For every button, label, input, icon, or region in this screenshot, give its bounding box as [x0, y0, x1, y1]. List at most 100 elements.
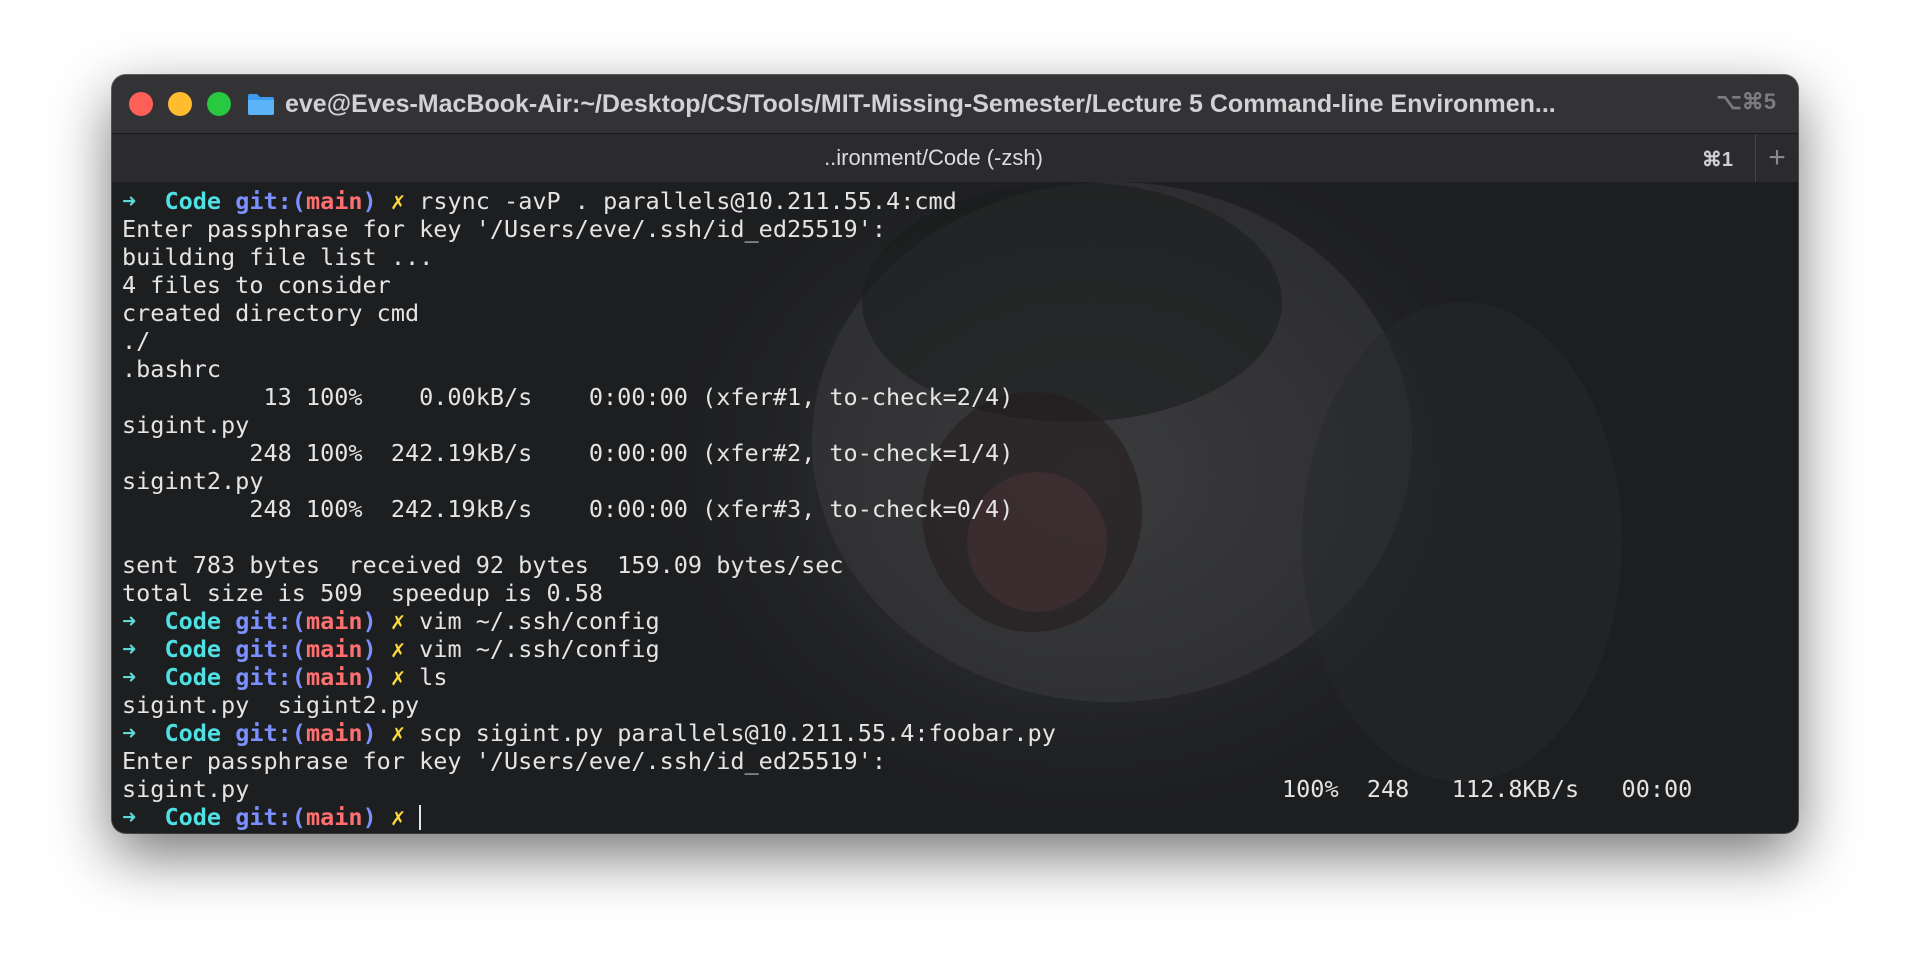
prompt-arrow-icon: ➜	[122, 607, 137, 635]
prompt-git-label: git:	[235, 663, 292, 691]
output-line: sigint.py sigint2.py	[122, 691, 1056, 719]
prompt-dirty-icon: ✗	[390, 803, 406, 831]
output-line: .bashrc	[122, 355, 1056, 383]
terminal-lines: ➜ Code git:(main) ✗ rsync -avP . paralle…	[122, 187, 1692, 831]
prompt-git-label: git:	[235, 719, 292, 747]
output-line: 13 100% 0.00kB/s 0:00:00 (xfer#1, to-che…	[122, 383, 1056, 411]
output-text: 13 100% 0.00kB/s 0:00:00 (xfer#1, to-che…	[122, 383, 1014, 411]
prompt-branch-close: )	[362, 663, 377, 691]
prompt-dirty-icon: ✗	[390, 663, 406, 691]
output-text: sigint.py	[122, 775, 250, 803]
output-text: 4 files to consider	[122, 271, 391, 299]
output-line: 248 100% 242.19kB/s 0:00:00 (xfer#3, to-…	[122, 495, 1056, 523]
prompt-branch: main	[305, 187, 363, 215]
output-line: Enter passphrase for key '/Users/eve/.ss…	[122, 747, 1056, 775]
prompt-dirty-icon: ✗	[390, 607, 406, 635]
prompt-arrow-icon: ➜	[122, 663, 137, 691]
prompt-branch-close: )	[362, 635, 377, 663]
prompt-line: ➜ Code git:(main) ✗ scp sigint.py parall…	[122, 719, 1056, 747]
tab-zsh[interactable]: ..ironment/Code (-zsh) ⌘1	[112, 134, 1756, 182]
output-text: sigint.py	[122, 411, 250, 439]
prompt-git-label: git:	[235, 803, 292, 831]
prompt-branch: main	[305, 663, 363, 691]
output-text: 248 100% 242.19kB/s 0:00:00 (xfer#3, to-…	[122, 495, 1014, 523]
new-tab-button[interactable]: +	[1756, 134, 1798, 182]
output-line: Enter passphrase for key '/Users/eve/.ss…	[122, 215, 1056, 243]
text-cursor	[419, 805, 422, 830]
prompt-line: ➜ Code git:(main) ✗	[122, 803, 1056, 831]
terminal-window: eve@Eves-MacBook-Air:~/Desktop/CS/Tools/…	[112, 75, 1798, 833]
command-text: ls	[419, 663, 448, 691]
close-button[interactable]	[129, 92, 153, 116]
prompt-arrow-icon: ➜	[122, 803, 137, 831]
output-line: sigint2.py	[122, 467, 1056, 495]
prompt-arrow-icon: ➜	[122, 635, 137, 663]
prompt-branch-open: (	[291, 719, 306, 747]
prompt-dirty-icon: ✗	[390, 635, 406, 663]
output-line: sent 783 bytes received 92 bytes 159.09 …	[122, 551, 1056, 579]
prompt-git-label: git:	[235, 607, 292, 635]
command-text: rsync -avP . parallels@10.211.55.4:cmd	[419, 187, 957, 215]
tab-shortcut: ⌘1	[1701, 149, 1733, 171]
tab-title: ..ironment/Code (-zsh)	[824, 145, 1043, 170]
output-text: .bashrc	[122, 355, 222, 383]
prompt-branch-open: (	[291, 635, 306, 663]
output-line: created directory cmd	[122, 299, 1056, 327]
prompt-branch-open: (	[291, 803, 306, 831]
prompt-branch: main	[305, 803, 363, 831]
prompt-branch: main	[305, 719, 363, 747]
prompt-branch-close: )	[362, 719, 377, 747]
output-line: 248 100% 242.19kB/s 0:00:00 (xfer#2, to-…	[122, 439, 1056, 467]
output-text: sigint.py sigint2.py	[122, 691, 420, 719]
output-text: Enter passphrase for key '/Users/eve/.ss…	[122, 215, 887, 243]
window-shortcut: ⌥⌘5	[1716, 89, 1776, 114]
prompt-line: ➜ Code git:(main) ✗ vim ~/.ssh/config	[122, 635, 1056, 663]
zoom-button[interactable]	[207, 92, 231, 116]
output-line: ./	[122, 327, 1056, 355]
output-line: total size is 509 speedup is 0.58	[122, 579, 1056, 607]
prompt-arrow-icon: ➜	[122, 719, 137, 747]
prompt-line: ➜ Code git:(main) ✗ vim ~/.ssh/config	[122, 607, 1056, 635]
prompt-directory: Code	[164, 719, 222, 747]
prompt-branch: main	[305, 635, 363, 663]
prompt-git-label: git:	[235, 187, 292, 215]
prompt-branch-close: )	[362, 187, 377, 215]
output-text: sent 783 bytes received 92 bytes 159.09 …	[122, 551, 844, 579]
terminal-output[interactable]: ➜ Code git:(main) ✗ rsync -avP . paralle…	[112, 182, 1798, 833]
output-text: sigint2.py	[122, 467, 264, 495]
window-controls	[129, 92, 231, 116]
output-text: ./	[122, 327, 151, 355]
prompt-branch-close: )	[362, 803, 377, 831]
output-text: created directory cmd	[122, 299, 420, 327]
prompt-branch-open: (	[291, 607, 306, 635]
window-title: eve@Eves-MacBook-Air:~/Desktop/CS/Tools/…	[285, 89, 1556, 118]
prompt-dirty-icon: ✗	[390, 719, 406, 747]
prompt-directory: Code	[164, 635, 222, 663]
prompt-directory: Code	[164, 663, 222, 691]
output-text: 248 100% 242.19kB/s 0:00:00 (xfer#2, to-…	[122, 439, 1014, 467]
prompt-line: ➜ Code git:(main) ✗ rsync -avP . paralle…	[122, 187, 1056, 215]
prompt-directory: Code	[164, 607, 222, 635]
folder-icon[interactable]	[247, 92, 275, 116]
command-text: vim ~/.ssh/config	[419, 635, 660, 663]
minimize-button[interactable]	[168, 92, 192, 116]
prompt-branch-close: )	[362, 607, 377, 635]
command-text: vim ~/.ssh/config	[419, 607, 660, 635]
prompt-directory: Code	[164, 187, 222, 215]
prompt-dirty-icon: ✗	[390, 187, 406, 215]
output-line: sigint.py	[122, 411, 1056, 439]
prompt-branch: main	[305, 607, 363, 635]
title-bar[interactable]: eve@Eves-MacBook-Air:~/Desktop/CS/Tools/…	[112, 75, 1798, 133]
prompt-git-label: git:	[235, 635, 292, 663]
output-line: sigint.py 100% 248 112.8KB/s 00:00	[122, 775, 1692, 803]
output-text: Enter passphrase for key '/Users/eve/.ss…	[122, 747, 887, 775]
output-text: total size is 509 speedup is 0.58	[122, 579, 604, 607]
output-text: building file list ...	[122, 243, 434, 271]
prompt-branch-open: (	[291, 663, 306, 691]
output-line: building file list ...	[122, 243, 1056, 271]
command-text: scp sigint.py parallels@10.211.55.4:foob…	[419, 719, 1056, 747]
prompt-directory: Code	[164, 803, 222, 831]
transfer-progress: 100% 248 112.8KB/s 00:00	[1282, 775, 1693, 803]
tab-bar: ..ironment/Code (-zsh) ⌘1 +	[112, 133, 1798, 183]
